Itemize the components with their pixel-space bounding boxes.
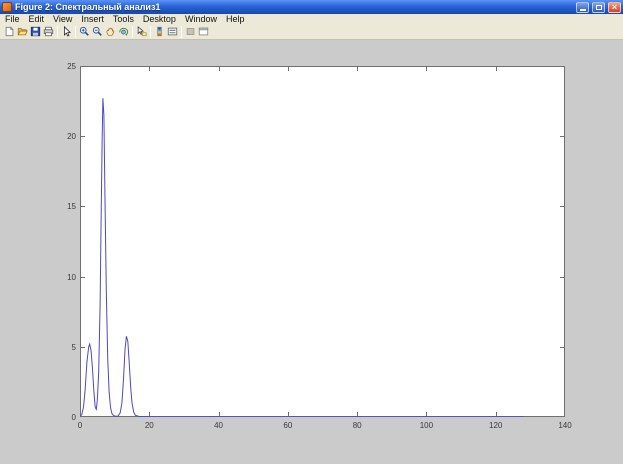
save-figure-icon [30, 26, 41, 37]
window-title: Figure 2: Спектральный анализ1 [15, 2, 573, 12]
menu-desktop[interactable]: Desktop [143, 14, 176, 24]
zoom-in-icon [79, 26, 90, 37]
x-tick-label: 40 [204, 421, 234, 430]
show-plot-tools-button[interactable] [197, 24, 210, 39]
y-tick-label: 25 [40, 62, 76, 71]
save-figure-button[interactable] [29, 24, 42, 39]
insert-legend-icon [167, 26, 178, 37]
titlebar[interactable]: Figure 2: Спектральный анализ1 × [0, 0, 623, 14]
x-tick-label: 20 [134, 421, 164, 430]
x-tick-label: 120 [481, 421, 511, 430]
menu-insert[interactable]: Insert [81, 14, 104, 24]
figure-window: Figure 2: Спектральный анализ1 × File Ed… [0, 0, 623, 464]
minimize-button[interactable] [576, 2, 589, 13]
toolbar-separator [75, 26, 76, 38]
x-tick-label: 140 [550, 421, 580, 430]
open-file-button[interactable] [16, 24, 29, 39]
menu-file[interactable]: File [5, 14, 20, 24]
x-tick-label: 0 [65, 421, 95, 430]
figure-canvas: 0 20 40 60 80 100 120 140 0 5 10 15 20 25 [0, 40, 623, 464]
close-button[interactable]: × [608, 2, 621, 13]
rotate-3d-icon [118, 26, 129, 37]
edit-plot-button[interactable] [60, 24, 73, 39]
y-tick-label: 0 [40, 413, 76, 422]
zoom-out-icon [92, 26, 103, 37]
print-figure-icon [43, 26, 54, 37]
edit-plot-arrow-icon [61, 26, 72, 37]
hide-plot-tools-icon [185, 26, 196, 37]
x-tick-label: 80 [342, 421, 372, 430]
insert-colorbar-button[interactable] [153, 24, 166, 39]
menu-help[interactable]: Help [226, 14, 245, 24]
data-cursor-button[interactable] [135, 24, 148, 39]
pan-button[interactable] [104, 24, 117, 39]
minimize-icon [580, 9, 586, 11]
y-tick-label: 10 [40, 273, 76, 282]
plot-svg[interactable] [80, 66, 565, 417]
restore-icon [596, 5, 602, 10]
x-tick-label: 60 [273, 421, 303, 430]
x-tick-label: 100 [411, 421, 441, 430]
restore-button[interactable] [592, 2, 605, 13]
menu-view[interactable]: View [53, 14, 72, 24]
open-file-icon [17, 26, 28, 37]
show-plot-tools-icon [198, 26, 209, 37]
y-tick-label: 5 [40, 343, 76, 352]
y-tick-label: 20 [40, 132, 76, 141]
toolbar-separator [181, 26, 182, 38]
new-figure-button[interactable] [3, 24, 16, 39]
pan-hand-icon [105, 26, 116, 37]
new-figure-icon [4, 26, 15, 37]
zoom-in-button[interactable] [78, 24, 91, 39]
insert-legend-button[interactable] [166, 24, 179, 39]
menu-tools[interactable]: Tools [113, 14, 134, 24]
toolbar-separator [132, 26, 133, 38]
menubar: File Edit View Insert Tools Desktop Wind… [0, 14, 623, 24]
menu-window[interactable]: Window [185, 14, 217, 24]
figure-toolbar [0, 24, 623, 40]
hide-plot-tools-button[interactable] [184, 24, 197, 39]
toolbar-separator [150, 26, 151, 38]
rotate-3d-button[interactable] [117, 24, 130, 39]
data-cursor-icon [136, 26, 147, 37]
print-figure-button[interactable] [42, 24, 55, 39]
toolbar-separator [57, 26, 58, 38]
menu-edit[interactable]: Edit [29, 14, 45, 24]
y-tick-label: 15 [40, 202, 76, 211]
matlab-app-icon [2, 2, 12, 12]
close-icon: × [612, 3, 617, 12]
zoom-out-button[interactable] [91, 24, 104, 39]
insert-colorbar-icon [154, 26, 165, 37]
